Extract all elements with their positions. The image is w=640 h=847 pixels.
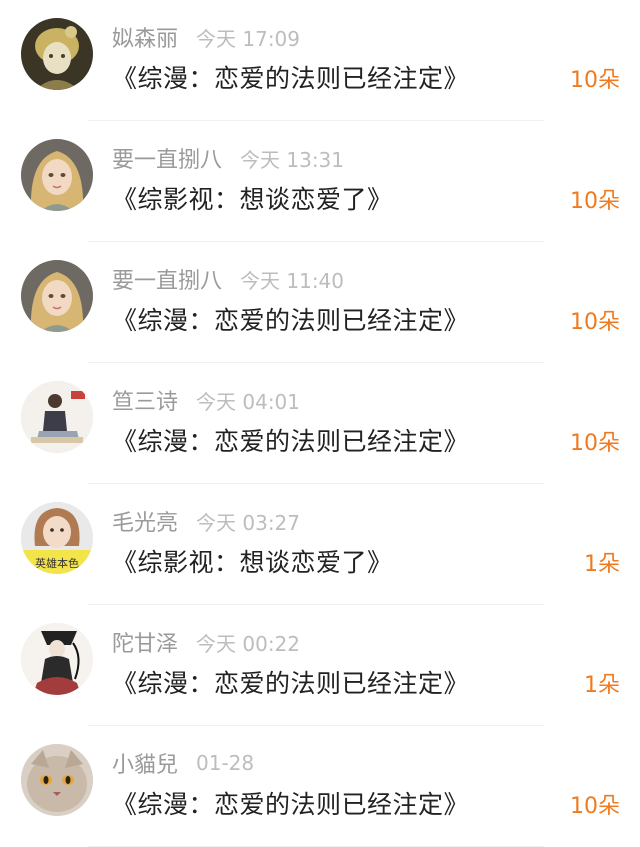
user-name[interactable]: 要一直捌八	[112, 142, 222, 174]
avatar[interactable]	[21, 139, 93, 211]
avatar[interactable]: 英雄本色	[21, 502, 93, 574]
work-title[interactable]: 《综漫：恋爱的法则已经注定》	[112, 59, 469, 95]
user-name[interactable]: 要一直捌八	[112, 263, 222, 295]
work-title[interactable]: 《综漫：恋爱的法则已经注定》	[112, 785, 469, 821]
timestamp: 今天 04:01	[196, 389, 301, 414]
list-item[interactable]: 要一直捌八 今天 11:40 《综漫：恋爱的法则已经注定》 10朵	[0, 242, 640, 363]
flower-count: 1朵	[584, 552, 620, 577]
avatar[interactable]	[21, 744, 93, 816]
timestamp: 今天 13:31	[240, 147, 345, 172]
flower-count: 10朵	[570, 189, 620, 214]
record-meta: 小貓兒 01-28	[112, 748, 254, 778]
user-name[interactable]: 笪三诗	[112, 384, 178, 416]
flower-count: 1朵	[584, 673, 620, 698]
avatar[interactable]	[21, 381, 93, 453]
timestamp: 01-28	[196, 751, 255, 775]
list-item[interactable]: 英雄本色 毛光亮 今天 03:27 《综影视：想谈恋爱了》 1朵	[0, 484, 640, 605]
user-avatar-image	[21, 260, 93, 332]
user-name[interactable]: 陀甘泽	[112, 626, 178, 658]
avatar[interactable]	[21, 18, 93, 90]
timestamp: 今天 00:22	[196, 631, 301, 656]
timestamp: 今天 11:40	[240, 268, 345, 293]
user-name[interactable]: 毛光亮	[112, 505, 178, 537]
flower-count: 10朵	[570, 794, 620, 819]
work-title[interactable]: 《综漫：恋爱的法则已经注定》	[112, 664, 469, 700]
user-avatar-image: 英雄本色	[21, 502, 93, 574]
work-title[interactable]: 《综漫：恋爱的法则已经注定》	[112, 422, 469, 458]
record-meta: 要一直捌八 今天 11:40	[112, 263, 345, 295]
flower-count: 10朵	[570, 431, 620, 456]
avatar[interactable]	[21, 623, 93, 695]
list-item[interactable]: 小貓兒 01-28 《综漫：恋爱的法则已经注定》 10朵	[0, 726, 640, 847]
user-avatar-image	[21, 623, 93, 695]
list-item[interactable]: 陀甘泽 今天 00:22 《综漫：恋爱的法则已经注定》 1朵	[0, 605, 640, 726]
work-title[interactable]: 《综影视：想谈恋爱了》	[112, 180, 393, 216]
timestamp: 今天 03:27	[196, 510, 301, 535]
list-item[interactable]: 笪三诗 今天 04:01 《综漫：恋爱的法则已经注定》 10朵	[0, 363, 640, 484]
user-avatar-image	[21, 381, 93, 453]
record-meta: 要一直捌八 今天 13:31	[112, 142, 345, 174]
flower-count: 10朵	[570, 310, 620, 335]
record-meta: 笪三诗 今天 04:01	[112, 384, 301, 416]
user-avatar-image	[21, 139, 93, 211]
work-title[interactable]: 《综漫：恋爱的法则已经注定》	[112, 301, 469, 337]
record-meta: 姒森丽 今天 17:09	[112, 21, 301, 53]
user-name[interactable]: 小貓兒	[112, 747, 178, 779]
list-item[interactable]: 要一直捌八 今天 13:31 《综影视：想谈恋爱了》 10朵	[0, 121, 640, 242]
avatar-banner-text: 英雄本色	[35, 556, 79, 570]
timestamp: 今天 17:09	[196, 26, 301, 51]
gift-record-list: 姒森丽 今天 17:09 《综漫：恋爱的法则已经注定》 10朵 要一直捌八 今天…	[0, 0, 640, 847]
record-meta: 毛光亮 今天 03:27	[112, 505, 301, 537]
flower-count: 10朵	[570, 68, 620, 93]
user-name[interactable]: 姒森丽	[112, 21, 178, 53]
user-avatar-image	[21, 744, 93, 816]
list-item[interactable]: 姒森丽 今天 17:09 《综漫：恋爱的法则已经注定》 10朵	[0, 0, 640, 121]
record-meta: 陀甘泽 今天 00:22	[112, 626, 301, 658]
avatar[interactable]	[21, 260, 93, 332]
user-avatar-image	[21, 18, 93, 90]
work-title[interactable]: 《综影视：想谈恋爱了》	[112, 543, 393, 579]
